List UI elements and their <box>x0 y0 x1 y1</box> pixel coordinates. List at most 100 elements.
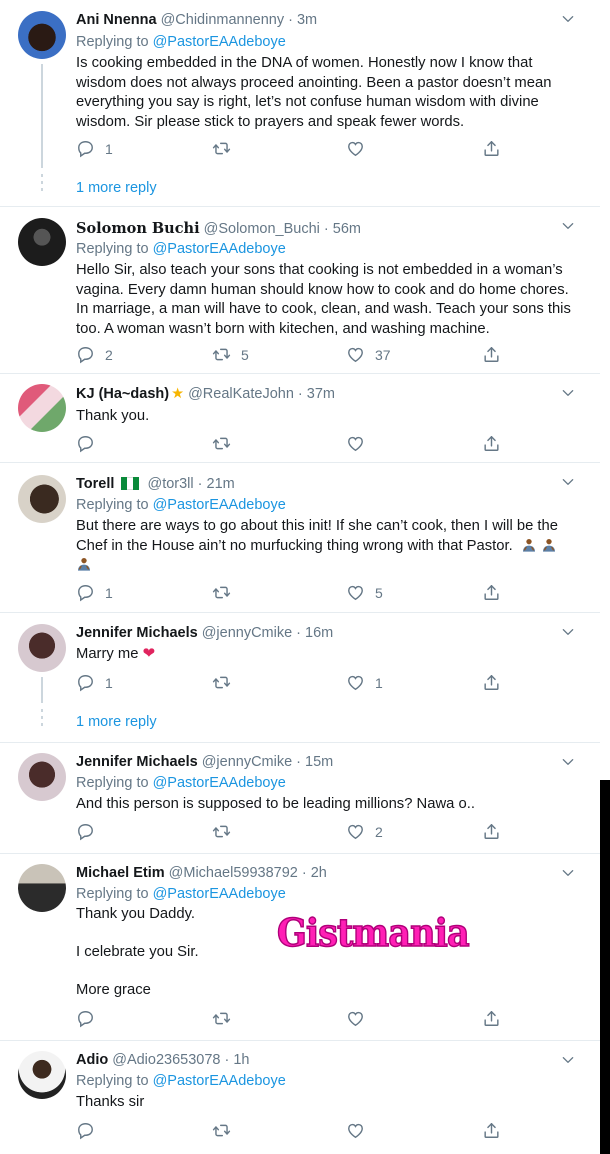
more-replies-link[interactable]: 1 more reply <box>76 714 157 730</box>
mention-link[interactable]: @PastorEAAdeboye <box>153 1073 286 1089</box>
thread-dots <box>41 709 43 730</box>
retweet-icon <box>212 673 231 692</box>
chevron-down-icon[interactable] <box>560 865 576 881</box>
share-button[interactable] <box>482 345 501 364</box>
like-button[interactable] <box>346 1121 375 1140</box>
reply-button[interactable]: 1 <box>76 673 113 692</box>
share-icon <box>482 1121 501 1140</box>
tweet-jennifer-1[interactable]: Jennifer Michaels @jennyCmike · 16m Marry… <box>0 613 600 743</box>
avatar[interactable] <box>18 11 66 59</box>
share-icon <box>482 434 501 453</box>
like-button[interactable]: 2 <box>346 822 383 841</box>
tweet-torell[interactable]: Torell @tor3ll · 21m Replying to @Pastor… <box>0 463 600 613</box>
author-name[interactable]: Adio <box>76 1052 108 1068</box>
author-name[interactable]: Michael Etim <box>76 865 165 881</box>
retweet-button[interactable] <box>212 583 241 602</box>
retweet-icon <box>212 1009 231 1028</box>
author-name[interactable]: Ani Nnenna <box>76 12 157 28</box>
reply-button[interactable]: 2 <box>76 345 113 364</box>
like-button[interactable] <box>346 139 375 158</box>
retweet-button[interactable] <box>212 434 241 453</box>
reply-button[interactable] <box>76 434 105 453</box>
share-button[interactable] <box>482 583 501 602</box>
man-shrugging-icon <box>521 537 537 553</box>
more-replies-link[interactable]: 1 more reply <box>76 180 157 196</box>
like-button[interactable]: 37 <box>346 345 391 364</box>
thread-line <box>41 64 43 168</box>
author-name[interactable]: Torell <box>76 476 114 492</box>
reply-button[interactable]: 1 <box>76 583 113 602</box>
retweet-button[interactable] <box>212 1121 241 1140</box>
retweet-icon <box>212 434 231 453</box>
like-button[interactable] <box>346 1009 375 1028</box>
chevron-down-icon[interactable] <box>560 218 576 234</box>
avatar[interactable] <box>18 753 66 801</box>
author-handle[interactable]: @tor3ll · 21m <box>147 476 234 492</box>
author-handle[interactable]: @Michael59938792 · 2h <box>169 865 327 881</box>
author-name[interactable]: Solomon Buchi <box>76 220 200 237</box>
avatar[interactable] <box>18 475 66 523</box>
retweet-button[interactable] <box>212 673 241 692</box>
retweet-button[interactable]: 5 <box>212 345 249 364</box>
avatar[interactable] <box>18 384 66 432</box>
author-handle[interactable]: @RealKateJohn · 37m <box>188 386 335 402</box>
author-name[interactable]: KJ (Ha~dash) <box>76 386 169 402</box>
like-button[interactable] <box>346 434 375 453</box>
retweet-button[interactable] <box>212 822 241 841</box>
share-icon <box>482 345 501 364</box>
tweet-jennifer-2[interactable]: Jennifer Michaels @jennyCmike · 15m Reply… <box>0 743 600 854</box>
chevron-down-icon[interactable] <box>560 754 576 770</box>
author-name[interactable]: Jennifer Michaels <box>76 625 198 641</box>
tweet-solomon[interactable]: Solomon Buchi @Solomon_Buchi · 56m Replyi… <box>0 207 600 374</box>
tweet-kj[interactable]: KJ (Ha~dash) ★ @RealKateJohn · 37m Thank y… <box>0 374 600 463</box>
heart-icon <box>346 139 365 158</box>
heart-icon <box>346 822 365 841</box>
reply-icon <box>76 1121 95 1140</box>
author-handle[interactable]: @Adio23653078 · 1h <box>112 1052 249 1068</box>
mention-link[interactable]: @PastorEAAdeboye <box>153 497 286 513</box>
mention-link[interactable]: @PastorEAAdeboye <box>153 34 286 50</box>
reply-button[interactable] <box>76 822 105 841</box>
mention-link[interactable]: @PastorEAAdeboye <box>153 775 286 791</box>
chevron-down-icon[interactable] <box>560 474 576 490</box>
replying-label: Replying to <box>76 241 153 257</box>
author-name[interactable]: Jennifer Michaels <box>76 754 198 770</box>
tweet-text: Is cooking embedded in the DNA of women.… <box>76 55 552 130</box>
share-button[interactable] <box>482 822 501 841</box>
mention-link[interactable]: @PastorEAAdeboye <box>153 241 286 257</box>
tweet-ani[interactable]: Ani Nnenna @Chidinmannenny · 3m Replying … <box>0 0 600 207</box>
avatar[interactable] <box>18 864 66 912</box>
share-button[interactable] <box>482 434 501 453</box>
tweet-adio[interactable]: Adio @Adio23653078 · 1h Replying to @Past… <box>0 1041 600 1154</box>
avatar[interactable] <box>18 218 66 266</box>
share-button[interactable] <box>482 1121 501 1140</box>
retweet-button[interactable] <box>212 139 241 158</box>
avatar[interactable] <box>18 624 66 672</box>
reply-button[interactable] <box>76 1009 105 1028</box>
reply-icon <box>76 345 95 364</box>
reply-button[interactable]: 1 <box>76 139 113 158</box>
heart-icon <box>346 673 365 692</box>
retweet-button[interactable] <box>212 1009 241 1028</box>
chevron-down-icon[interactable] <box>560 385 576 401</box>
share-button[interactable] <box>482 1009 501 1028</box>
share-button[interactable] <box>482 139 501 158</box>
chevron-down-icon[interactable] <box>560 624 576 640</box>
retweet-icon <box>212 139 231 158</box>
reply-icon <box>76 583 95 602</box>
author-handle[interactable]: @jennyCmike · 15m <box>202 754 334 770</box>
chevron-down-icon[interactable] <box>560 1052 576 1068</box>
avatar[interactable] <box>18 1051 66 1099</box>
author-handle[interactable]: @Chidinmannenny · 3m <box>161 12 318 28</box>
like-button[interactable]: 5 <box>346 583 383 602</box>
reply-button[interactable] <box>76 1121 105 1140</box>
mention-link[interactable]: @PastorEAAdeboye <box>153 886 286 902</box>
author-handle[interactable]: @Solomon_Buchi · 56m <box>204 221 361 237</box>
share-icon <box>482 583 501 602</box>
replying-label: Replying to <box>76 497 153 513</box>
author-handle[interactable]: @jennyCmike · 16m <box>202 625 334 641</box>
chevron-down-icon[interactable] <box>560 11 576 27</box>
like-button[interactable]: 1 <box>346 673 383 692</box>
share-button[interactable] <box>482 673 501 692</box>
tweet-text: Thanks sir <box>76 1094 145 1110</box>
